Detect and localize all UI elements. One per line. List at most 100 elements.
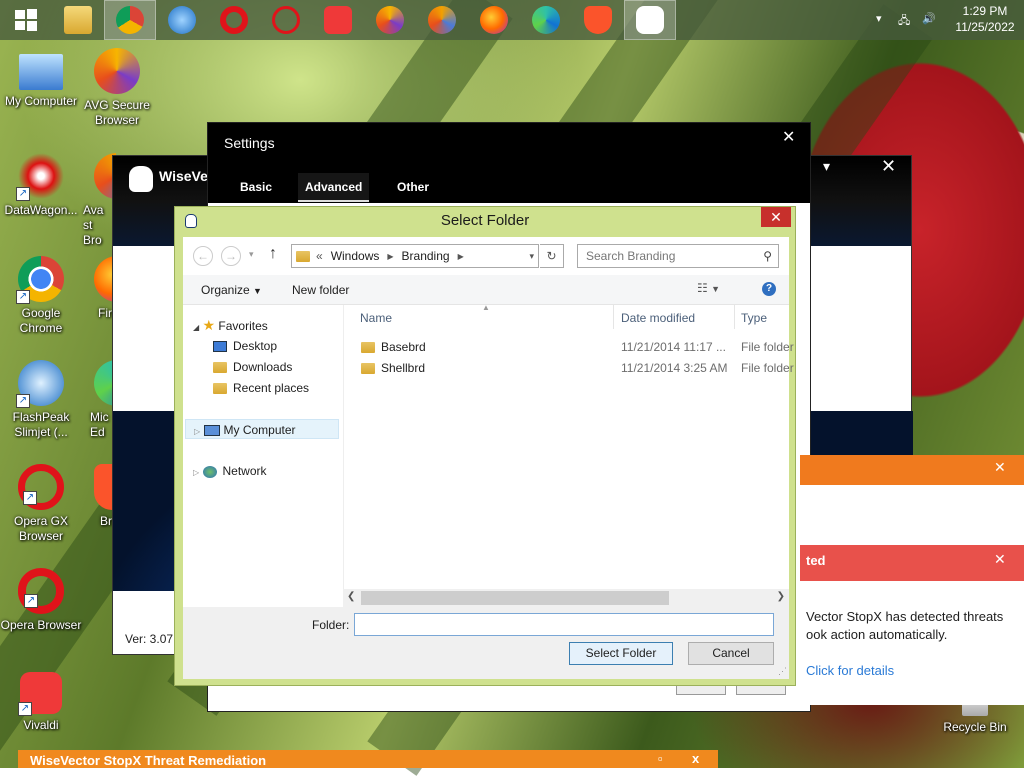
dialog-close-button[interactable]: ✕ [761, 207, 791, 227]
desktop-icon-slimjet[interactable]: ↗ FlashPeak Slimjet (... [0, 360, 82, 440]
system-clock[interactable]: 1:29 PM 11/25/2022 [952, 3, 1018, 35]
expand-icon[interactable]: ◢ [193, 323, 199, 332]
toast-close-icon[interactable]: ✕ [994, 459, 1006, 476]
dialog-title: Select Folder [440, 212, 530, 229]
nav-network[interactable]: ▷ Network [193, 461, 267, 481]
breadcrumb-branding[interactable]: Branding [402, 249, 450, 263]
back-icon[interactable]: ← [193, 246, 213, 266]
scroll-left-icon[interactable]: ❮ [347, 591, 355, 602]
desktop-icon-opera-gx[interactable]: ↗ Opera GX Browser [0, 464, 82, 544]
cancel-button[interactable]: Cancel [688, 642, 774, 665]
tab-advanced[interactable]: Advanced [298, 173, 370, 202]
new-folder-button[interactable]: New folder [292, 283, 349, 297]
organize-button[interactable]: Organize ▼ [201, 283, 262, 297]
pane-divider[interactable] [343, 305, 344, 589]
slimjet-taskbar-button[interactable] [156, 0, 208, 40]
desktop-icon-vivaldi[interactable]: ↗ Vivaldi [0, 672, 82, 733]
column-divider[interactable] [613, 305, 614, 329]
windows-logo-icon [15, 9, 37, 31]
refresh-icon[interactable]: ↻ [540, 244, 564, 268]
nav-recent-places[interactable]: Recent places [213, 378, 309, 398]
scroll-right-icon[interactable]: ❯ [777, 591, 785, 602]
opera-taskbar-button[interactable] [260, 0, 312, 40]
select-folder-button[interactable]: Select Folder [569, 642, 673, 665]
breadcrumb-separator-icon: ▶ [457, 251, 464, 261]
column-divider[interactable] [734, 305, 735, 329]
desktop-icon-my-computer[interactable]: My Computer [0, 48, 82, 109]
search-input[interactable]: Search Branding ⚲ [577, 244, 779, 268]
clock-time: 1:29 PM [962, 4, 1008, 18]
view-options-icon[interactable]: ☷ ▼ [697, 281, 720, 295]
desktop-icon-datawagon[interactable]: ↗ DataWagon... [0, 153, 82, 218]
remediation-maximize-icon[interactable]: ▫ [658, 748, 663, 770]
stopx-threat-toast: ted ✕ Vector StopX has detected threats … [800, 545, 1024, 705]
edge-taskbar-button[interactable] [520, 0, 572, 40]
address-bar[interactable]: « Windows ▶ Branding ▶ ▾ [291, 244, 539, 268]
desktop-icon-label: Br [100, 514, 112, 528]
file-row[interactable]: Shellbrd 11/21/2014 3:25 AM File folder [351, 358, 794, 378]
tab-other[interactable]: Other [397, 180, 429, 194]
network-tray-icon[interactable]: 🖧 [898, 12, 910, 31]
downloads-folder-icon [213, 362, 227, 374]
tray-overflow-icon[interactable]: ▾ [876, 12, 882, 25]
breadcrumb-windows[interactable]: Windows [331, 249, 380, 263]
horizontal-scrollbar[interactable]: ❮ ❯ [343, 589, 789, 607]
firefox-taskbar-button[interactable] [468, 0, 520, 40]
toast-close-icon[interactable]: ✕ [994, 551, 1006, 568]
column-header-date[interactable]: Date modified [621, 311, 695, 325]
desktop-icon-edge[interactable]: Mic Ed [76, 360, 116, 440]
nav-favorites[interactable]: ◢ ★ Favorites [193, 315, 268, 335]
desktop-icon-avg-browser[interactable]: AVG Secure Browser [76, 48, 158, 128]
desktop-icon-opera[interactable]: ↗ Opera Browser [0, 568, 82, 633]
file-explorer-taskbar-button[interactable] [52, 0, 104, 40]
settings-header: Settings ✕ Basic Advanced Other [208, 123, 810, 203]
wisevector-taskbar-button[interactable] [624, 0, 676, 40]
remediation-close-icon[interactable]: x [692, 748, 699, 770]
resize-grip-icon[interactable]: ⋰ [778, 666, 787, 677]
vivaldi-taskbar-button[interactable] [312, 0, 364, 40]
minimize-icon[interactable]: ▾ [823, 158, 830, 175]
desktop-icon-label: Vivaldi [23, 718, 59, 732]
search-icon: ⚲ [763, 249, 772, 263]
avg-browser-taskbar-button[interactable] [364, 0, 416, 40]
opera-gx-taskbar-button[interactable] [208, 0, 260, 40]
desktop-icon-firefox[interactable]: Fir [76, 256, 116, 321]
up-icon[interactable]: ↑ [269, 245, 277, 263]
avast-browser-taskbar-button[interactable] [416, 0, 468, 40]
address-overflow[interactable]: « [316, 249, 323, 263]
scrollbar-thumb[interactable] [361, 591, 669, 605]
forward-icon[interactable]: → [221, 246, 241, 266]
wisevector-close-icon[interactable]: ✕ [881, 156, 896, 177]
expand-icon[interactable]: ▷ [193, 468, 199, 477]
threat-remediation-window[interactable]: WiseVector StopX Threat Remediation ▫ x [18, 750, 718, 768]
recent-locations-icon[interactable]: ▾ [249, 249, 254, 260]
file-row[interactable]: Basebrd 11/21/2014 11:17 ... File folder [351, 337, 794, 357]
desktop-icon [213, 341, 227, 353]
expand-icon[interactable]: ▷ [194, 427, 200, 436]
desktop-icon-google-chrome[interactable]: ↗ Google Chrome [0, 256, 82, 336]
windows-start-button[interactable] [0, 0, 52, 40]
address-dropdown-icon[interactable]: ▾ [529, 251, 534, 262]
column-header-type[interactable]: Type [741, 311, 767, 325]
taskbar: ▾ 🖧 🔊 1:29 PM 11/25/2022 [0, 0, 1024, 40]
toast-details-link[interactable]: Click for details [806, 663, 894, 678]
help-icon[interactable]: ? [762, 282, 776, 296]
avast-browser-icon [428, 6, 456, 34]
column-header-name[interactable]: Name [360, 311, 392, 325]
nav-my-computer[interactable]: ▷ My Computer [185, 419, 339, 439]
settings-close-icon[interactable]: ✕ [782, 127, 795, 147]
shortcut-arrow-icon: ↗ [18, 702, 32, 716]
chrome-taskbar-button[interactable] [104, 0, 156, 40]
desktop-icon-avast-browser[interactable]: Avast Bro [76, 153, 116, 248]
nav-downloads[interactable]: Downloads [213, 357, 292, 377]
nav-label: Downloads [233, 360, 293, 374]
nav-desktop[interactable]: Desktop [213, 336, 277, 356]
brave-taskbar-button[interactable] [572, 0, 624, 40]
remediation-title: WiseVector StopX Threat Remediation [30, 753, 267, 768]
volume-tray-icon[interactable]: 🔊 [922, 12, 936, 25]
tab-basic[interactable]: Basic [240, 180, 272, 194]
opera-icon: ↗ [18, 568, 64, 614]
desktop-icon-brave[interactable]: Br [76, 464, 116, 529]
folder-icon [361, 363, 375, 375]
folder-field[interactable] [354, 613, 774, 636]
